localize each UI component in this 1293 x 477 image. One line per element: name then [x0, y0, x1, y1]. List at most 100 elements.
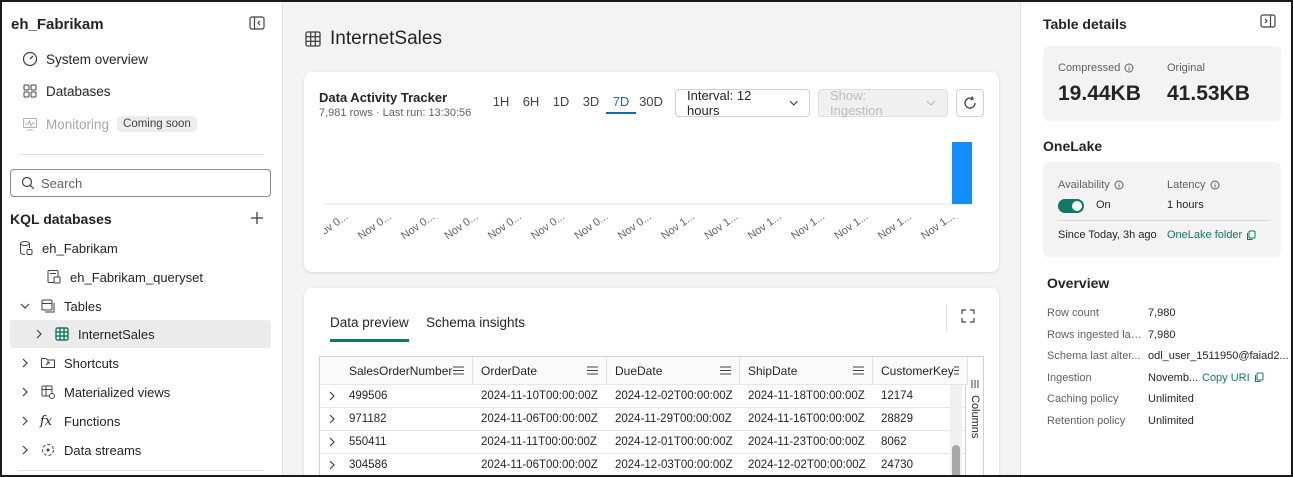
chevron-right-icon[interactable] — [18, 445, 32, 455]
overview-key: Ingestion — [1047, 371, 1092, 384]
range-option[interactable]: 3D — [576, 94, 606, 114]
add-icon[interactable] — [248, 209, 266, 227]
table-row[interactable]: 971182 2024-11-06T00:00:00Z 2024-11-29T00:… — [320, 408, 968, 431]
chevron-down-icon[interactable] — [18, 301, 32, 311]
tab-schema-insights[interactable]: Schema insights — [426, 315, 525, 339]
column-header-label: OrderDate — [481, 363, 538, 378]
tab-data-preview[interactable]: Data preview — [330, 315, 409, 342]
nav-label: System overview — [46, 51, 149, 67]
table-cell-value: 2024-11-06T00:00:00Z — [481, 413, 598, 425]
range-option[interactable]: 30D — [636, 94, 666, 114]
tree-item-materialized-views[interactable]: Materialized views — [18, 378, 170, 406]
range-option[interactable]: 7D — [606, 94, 636, 114]
tree-item-functions[interactable]: fx Functions — [18, 407, 120, 435]
expand-icon[interactable] — [960, 308, 978, 326]
table-cell-value: 24730 — [881, 459, 913, 471]
tables-icon — [41, 299, 55, 313]
info-icon[interactable] — [1210, 180, 1220, 190]
column-menu-icon[interactable] — [720, 366, 731, 375]
tree-item-queryset[interactable]: eh_Fabrikam_queryset — [46, 263, 203, 291]
close-panel-icon[interactable] — [1260, 14, 1278, 32]
tree-label: Data streams — [64, 442, 142, 458]
tree-item-shortcuts[interactable]: Shortcuts — [18, 349, 119, 377]
chevron-right-icon[interactable] — [32, 329, 46, 339]
table-details-panel: Table details Compressed 19.44KB Origina… — [1020, 2, 1291, 475]
column-header[interactable]: SalesOrderNumber — [320, 357, 473, 384]
table-cell-value: 8062 — [881, 436, 907, 448]
interval-label: Interval: 12 hours — [687, 88, 752, 118]
panel-title: Table details — [1043, 16, 1127, 32]
table-cell-value: 2024-11-18T00:00:00Z — [748, 390, 865, 402]
table-cell-value: 2024-12-02T00:00:00Z — [615, 390, 733, 402]
table-row[interactable]: 550411 2024-11-11T00:00:00Z 2024-12-01T00:… — [320, 431, 968, 454]
copy-uri-link[interactable]: Copy URI — [1202, 372, 1264, 384]
nav-system-overview[interactable]: System overview — [22, 46, 148, 72]
tree-label: eh_Fabrikam_queryset — [70, 269, 203, 285]
queryset-icon — [47, 270, 61, 284]
table-cell: 971182 — [320, 408, 473, 430]
x-tick-label: Nov 0... — [486, 211, 524, 243]
refresh-button[interactable] — [956, 89, 984, 117]
nav-monitoring: Monitoring Coming soon — [22, 111, 197, 137]
scrollbar[interactable] — [950, 385, 962, 477]
x-tick-label: Nov 0... — [442, 211, 480, 243]
info-icon[interactable] — [1114, 180, 1124, 190]
expand-row-chevron-icon[interactable] — [328, 460, 336, 470]
copy-icon[interactable] — [1246, 230, 1256, 241]
copy-icon[interactable] — [1254, 372, 1264, 383]
interval-dropdown[interactable]: Interval: 12 hours — [675, 88, 810, 118]
divider — [18, 470, 264, 471]
column-menu-icon[interactable] — [587, 366, 598, 375]
expand-row-chevron-icon[interactable] — [328, 391, 336, 401]
search-input[interactable]: Search — [10, 169, 271, 197]
tree-item-tables[interactable]: Tables — [18, 292, 102, 320]
x-tick-label: Nov 1... — [702, 211, 740, 243]
activity-chart: Nov 0... Nov 0... Nov 0... Nov 0... Nov 0...… — [324, 142, 974, 243]
onelake-folder-label: OneLake folder — [1167, 229, 1243, 241]
onelake-box: Availability On Latency 1 hours Since To… — [1043, 162, 1281, 257]
nav-databases[interactable]: Databases — [22, 78, 111, 104]
copy-uri-label: Copy URI — [1202, 371, 1250, 384]
availability-toggle[interactable] — [1058, 199, 1084, 213]
data-grid: 304586 2024-11-06T00:00:00Z 2024-12-03T00:… — [319, 356, 984, 477]
chevron-right-icon[interactable] — [18, 358, 32, 368]
table-cell: 2024-11-23T00:00:00Z — [740, 431, 873, 453]
tree-item-database[interactable]: eh_Fabrikam — [18, 234, 118, 262]
column-header[interactable]: CustomerKey — [873, 357, 968, 384]
column-header[interactable]: ShipDate — [740, 357, 873, 384]
table-cell-value: 304586 — [349, 459, 388, 471]
chart-bar[interactable] — [952, 142, 972, 204]
expand-row-chevron-icon[interactable] — [328, 437, 336, 447]
onelake-folder-link[interactable]: OneLake folder — [1167, 229, 1256, 241]
tree-item-internetsales[interactable]: InternetSales — [10, 320, 271, 348]
x-tick-label: Nov 1... — [659, 211, 697, 243]
column-header[interactable]: DueDate — [607, 357, 740, 384]
x-tick-label: Nov 1... — [832, 211, 870, 243]
range-option[interactable]: 6H — [516, 94, 546, 114]
table-row[interactable]: 304586 2024-11-06T00:00:00Z 2024-12-03T00:… — [320, 454, 968, 477]
scrollbar-thumb[interactable] — [952, 445, 960, 477]
section-title-kql-databases: KQL databases — [10, 211, 112, 227]
column-header[interactable]: OrderDate — [473, 357, 607, 384]
tree-item-data-streams[interactable]: Data streams — [18, 436, 141, 464]
column-menu-icon[interactable] — [453, 366, 464, 375]
range-option[interactable]: 1H — [486, 94, 516, 114]
size-stats-box: Compressed 19.44KB Original 41.53KB — [1043, 46, 1281, 121]
overview-key: Rows ingested las... — [1047, 328, 1146, 341]
collapse-sidebar-icon[interactable] — [248, 14, 266, 32]
expand-row-chevron-icon[interactable] — [328, 414, 336, 424]
function-icon: fx — [40, 413, 53, 429]
table-row[interactable]: 499506 2024-11-10T00:00:00Z 2024-12-02T00:… — [320, 385, 968, 408]
chevron-right-icon[interactable] — [18, 416, 32, 426]
range-option[interactable]: 1D — [546, 94, 576, 114]
info-icon[interactable] — [1124, 63, 1134, 73]
column-menu-icon[interactable] — [853, 366, 864, 375]
column-menu-icon[interactable] — [953, 366, 959, 375]
chevron-right-icon[interactable] — [18, 387, 32, 397]
latency-label: Latency — [1167, 179, 1220, 191]
tree-label: Tables — [64, 298, 102, 314]
table-cell-value: 28829 — [881, 413, 913, 425]
shortcut-folder-icon — [41, 358, 55, 368]
coming-soon-badge: Coming soon — [117, 116, 197, 132]
column-header-label: DueDate — [615, 363, 663, 378]
